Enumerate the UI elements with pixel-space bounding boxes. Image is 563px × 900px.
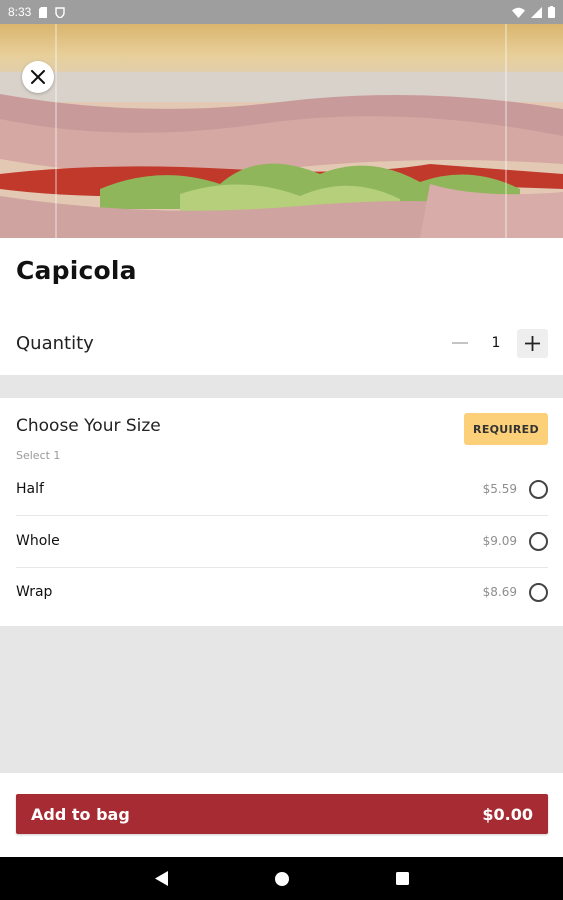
radio-button[interactable] [529, 479, 548, 499]
size-option-whole[interactable]: Whole $9.09 [16, 523, 548, 559]
option-name: Wrap [16, 584, 53, 600]
increase-quantity-button[interactable] [517, 328, 548, 358]
option-divider [16, 515, 548, 516]
wifi-icon [512, 7, 525, 18]
status-bar: 8:33 [0, 0, 563, 24]
close-icon [31, 70, 45, 84]
quantity-label: Quantity [16, 332, 94, 354]
quantity-row: Quantity 1 [16, 326, 548, 360]
option-price: $9.09 [482, 534, 517, 548]
battery-icon [548, 6, 555, 18]
home-button[interactable] [257, 857, 307, 900]
sandwich-image [0, 24, 563, 238]
size-option-half[interactable]: Half $5.59 [16, 471, 548, 507]
option-name: Whole [16, 533, 60, 549]
status-time: 8:33 [8, 5, 32, 19]
radio-button[interactable] [529, 582, 548, 602]
back-button[interactable] [136, 857, 186, 900]
minus-icon [452, 342, 468, 344]
recents-icon [395, 872, 409, 885]
size-option-wrap[interactable]: Wrap $8.69 [16, 574, 548, 610]
quantity-value: 1 [491, 335, 501, 351]
decrease-quantity-button[interactable] [445, 328, 475, 358]
shield-icon [55, 6, 66, 18]
add-to-bag-label: Add to bag [31, 804, 130, 824]
radio-button[interactable] [529, 531, 548, 551]
plus-icon [525, 335, 540, 351]
product-image [0, 24, 563, 238]
back-icon [154, 871, 168, 886]
system-nav-bar [0, 857, 563, 900]
option-name: Half [16, 481, 44, 497]
size-section-heading: Choose Your Size [16, 416, 161, 436]
add-to-bag-button[interactable]: Add to bag $0.00 [16, 794, 548, 834]
required-badge: REQUIRED [464, 413, 548, 445]
close-button[interactable] [22, 61, 54, 93]
sd-card-icon [39, 6, 48, 18]
option-divider [16, 567, 548, 568]
add-to-bag-total: $0.00 [482, 804, 533, 824]
option-price: $5.59 [482, 482, 517, 496]
recents-button[interactable] [377, 857, 427, 900]
signal-icon [531, 6, 542, 18]
option-price: $8.69 [482, 585, 517, 599]
size-section-subtext: Select 1 [16, 449, 61, 462]
quantity-stepper: 1 [445, 328, 548, 358]
home-icon [275, 871, 289, 886]
product-title: Capicola [16, 256, 137, 285]
section-divider [0, 375, 563, 398]
empty-area [0, 626, 563, 773]
